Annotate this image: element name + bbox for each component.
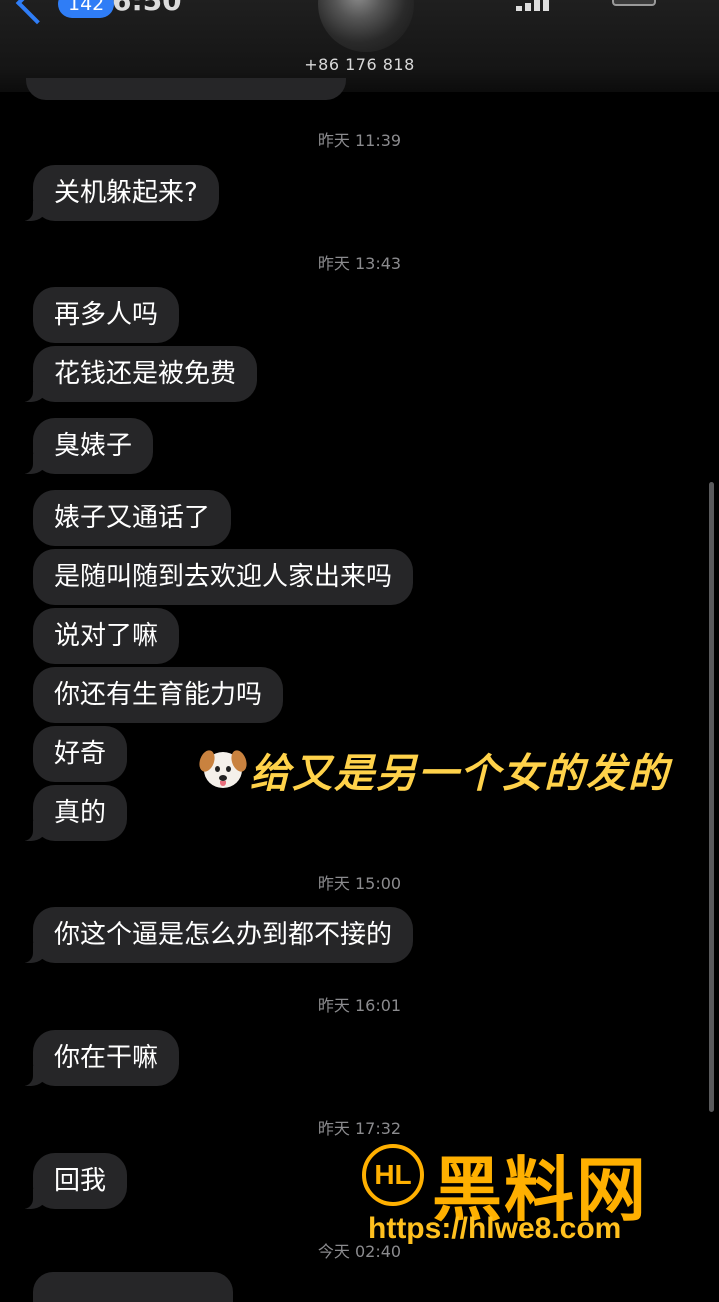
- dog-face-icon: [196, 748, 250, 792]
- message-bubble[interactable]: 说对了嘛: [33, 608, 180, 664]
- message-bubble[interactable]: 你在干嘛: [18, 1030, 180, 1086]
- scrollbar[interactable]: [709, 482, 714, 1112]
- message-bubble[interactable]: 你这个逼是怎么办到都不接的: [18, 907, 414, 963]
- watermark: HL 黑料网 https://hlwe8.com: [362, 1138, 692, 1254]
- message-bubble[interactable]: 好奇: [33, 726, 128, 782]
- message-bubble: [33, 1272, 233, 1302]
- contact-avatar[interactable]: [318, 0, 414, 52]
- timestamp: 昨天 13:43: [317, 254, 402, 273]
- unread-badge[interactable]: 142: [58, 0, 115, 18]
- message-bubble[interactable]: 花钱还是被免费: [18, 346, 258, 402]
- message-bubble: [26, 78, 346, 100]
- watermark-logo: HL: [362, 1144, 424, 1206]
- message-bubble[interactable]: 关机躲起来?: [19, 165, 219, 221]
- caption-overlay: 给又是另一个女的发的: [196, 742, 670, 798]
- timestamp: 昨天 11:39: [317, 131, 402, 150]
- message-bubble[interactable]: 真的: [18, 785, 128, 841]
- message-bubble[interactable]: 回我: [18, 1153, 128, 1209]
- battery-icon: [612, 0, 656, 6]
- signal-icon: [516, 0, 554, 11]
- watermark-url: https://hlwe8.com: [368, 1212, 622, 1245]
- message-bubble[interactable]: 婊子又通话了: [33, 490, 232, 546]
- back-chevron-icon[interactable]: [15, 0, 59, 25]
- message-bubble[interactable]: 再多人吗: [33, 287, 180, 343]
- message-bubble[interactable]: 你还有生育能力吗: [33, 667, 284, 723]
- timestamp: 昨天 16:01: [317, 996, 402, 1015]
- contact-number[interactable]: +86 176 818: [0, 55, 719, 74]
- caption-text: 给又是另一个女的发的: [250, 751, 670, 797]
- status-time: 6:50: [112, 0, 182, 17]
- message-bubble[interactable]: 臭婊子: [18, 418, 154, 474]
- message-bubble[interactable]: 是随叫随到去欢迎人家出来吗: [33, 549, 414, 605]
- timestamp: 昨天 15:00: [317, 874, 402, 893]
